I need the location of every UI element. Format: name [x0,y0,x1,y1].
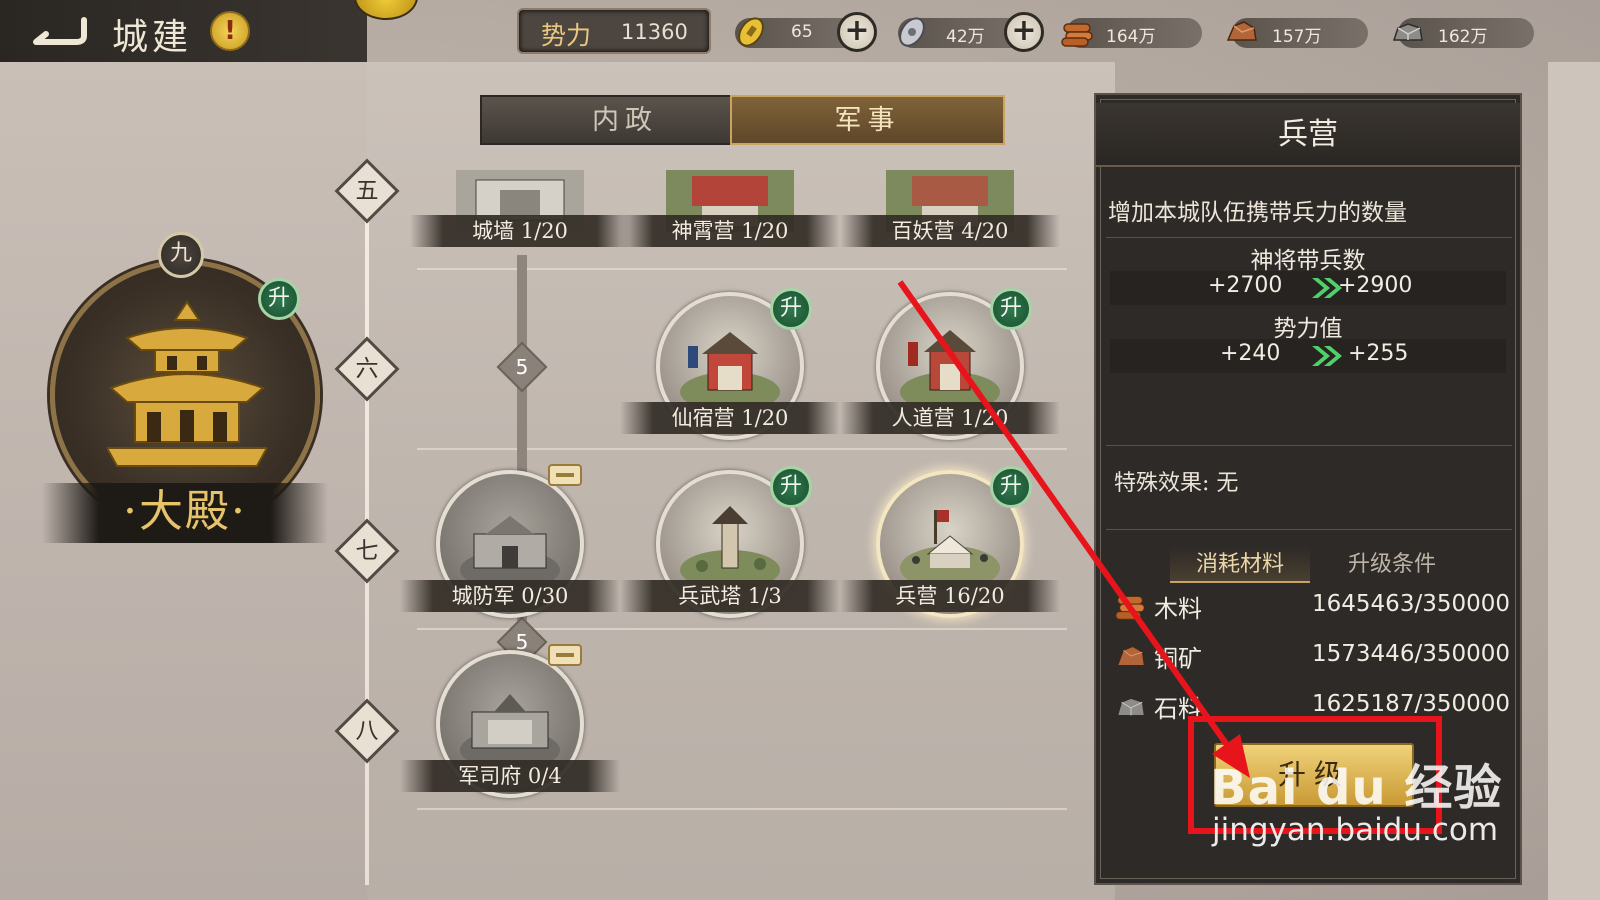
add-silver-button[interactable]: + [1004,12,1044,52]
palace-upgrade-badge: 升 [258,278,300,320]
resource-wood: 164万 [1061,18,1202,48]
building-label: 兵营 16/20 [840,580,1060,612]
material-amount: 1645463/350000 [1312,591,1510,617]
copper-value: 157万 [1272,27,1322,47]
building-label: 百妖营 4/20 [840,215,1060,247]
rendao-camp-icon [900,330,1000,412]
info-title: 兵营 [1096,103,1520,167]
building-label: 城防军 0/30 [400,580,620,612]
title-block: 城建 ! [0,0,367,62]
info-description: 增加本城队伍携带兵力的数量 [1108,200,1407,226]
back-arrow-icon[interactable] [22,14,92,48]
alert-icon[interactable]: ! [210,11,250,51]
tab-materials[interactable]: 消耗材料 [1170,547,1310,583]
stone-value: 162万 [1438,27,1488,47]
tier-divider [417,808,1067,810]
stat-power-label: 势力值 [1273,316,1343,342]
power-label: 势力 [541,21,592,50]
bingying-barracks-icon [900,510,1000,590]
resource-gold: 65 + [735,12,877,52]
material-row: 木料 1645463/350000 [1114,587,1510,627]
gold-coin-icon [738,17,764,47]
wood-value: 164万 [1106,27,1156,47]
material-name: 木料 [1154,595,1202,623]
copper-ore-icon [1117,646,1145,666]
tab-conditions[interactable]: 升级条件 [1322,547,1462,583]
upgrade-badge: 升 [990,466,1032,508]
locked-icon [548,464,582,486]
wood-icon [1061,23,1093,47]
building-bingwu[interactable]: 升 兵武塔 1/3 [620,466,840,620]
stat-power-next: +255 [1348,341,1409,366]
material-amount: 1573446/350000 [1312,641,1510,667]
right-decoration [1548,62,1600,900]
resource-silver: 42万 + [898,12,1044,52]
silver-icon [899,17,925,47]
stone-icon [1117,697,1145,716]
watermark-brand: Bai du 经验 [1210,760,1503,816]
locked-icon [548,644,582,666]
stat-troops-current: +2700 [1208,273,1283,298]
building-shenxiao[interactable]: 神霄营 1/20 [620,105,840,255]
double-arrow-icon [1312,346,1342,366]
building-xiansu[interactable]: 升 仙宿营 1/20 [620,288,840,442]
material-row: 铜矿 1573446/350000 [1114,637,1510,677]
palace-level-badge: 九 [158,232,204,278]
palace-icon [107,300,267,467]
building-chengfang[interactable]: 城防军 0/30 [400,464,620,620]
stat-troops-row: +2700 +2900 [1110,271,1506,305]
chengfang-army-icon [460,516,560,590]
upgrade-badge: 升 [770,288,812,330]
tier-divider [417,448,1067,450]
building-label: 仙宿营 1/20 [620,402,840,434]
junsi-office-icon [460,694,560,770]
material-amount: 1625187/350000 [1312,691,1510,717]
building-label: 城墙 1/20 [410,215,630,247]
upgrade-badge: 升 [990,288,1032,330]
building-label: 兵武塔 1/3 [620,580,840,612]
building-label: 神霄营 1/20 [620,215,840,247]
tier-divider [417,268,1067,270]
building-bingying[interactable]: 升 兵营 16/20 [840,466,1060,620]
stat-power-current: +240 [1220,341,1281,366]
stat-troops-next: +2900 [1338,273,1413,298]
add-gold-button[interactable]: + [837,12,877,52]
power-value: 11360 [621,20,688,44]
stat-troops-label: 神将带兵数 [1250,248,1366,274]
special-effect: 特殊效果: 无 [1114,471,1239,496]
wood-icon [1115,596,1145,620]
building-junsi[interactable]: 军司府 0/4 [400,644,620,800]
watermark-url: jingyan.baidu.com [1212,812,1499,848]
silver-value: 42万 [946,27,985,47]
top-bar: 城建 ! 势力 11360 65 + 42万 + 164万 157万 162万 [0,0,1600,62]
stone-icon [1392,23,1423,41]
building-label: 人道营 1/20 [840,402,1060,434]
resource-copper: 157万 [1226,18,1368,48]
bingwu-tower-icon [680,506,780,590]
material-tabs: 消耗材料 升级条件 [1170,547,1510,583]
gold-value: 65 [791,22,813,42]
building-label: 军司府 0/4 [400,760,620,792]
resource-stone: 162万 [1392,18,1534,48]
palace-name: ·大殿· [42,483,328,543]
building-baiyao[interactable]: 百妖营 4/20 [840,105,1060,255]
page-title: 城建 [112,17,193,58]
power-display: 势力 11360 [517,8,711,54]
building-wall[interactable]: 城墙 1/20 [410,105,630,255]
building-rendao[interactable]: 升 人道营 1/20 [840,288,1060,442]
xiansu-camp-icon [680,332,780,412]
copper-ore-icon [1226,21,1257,41]
palace-emblem[interactable]: 九 升 ·大殿· [42,232,328,548]
material-name: 铜矿 [1154,645,1202,673]
stat-power-row: +240 +255 [1110,339,1506,373]
upgrade-badge: 升 [770,466,812,508]
